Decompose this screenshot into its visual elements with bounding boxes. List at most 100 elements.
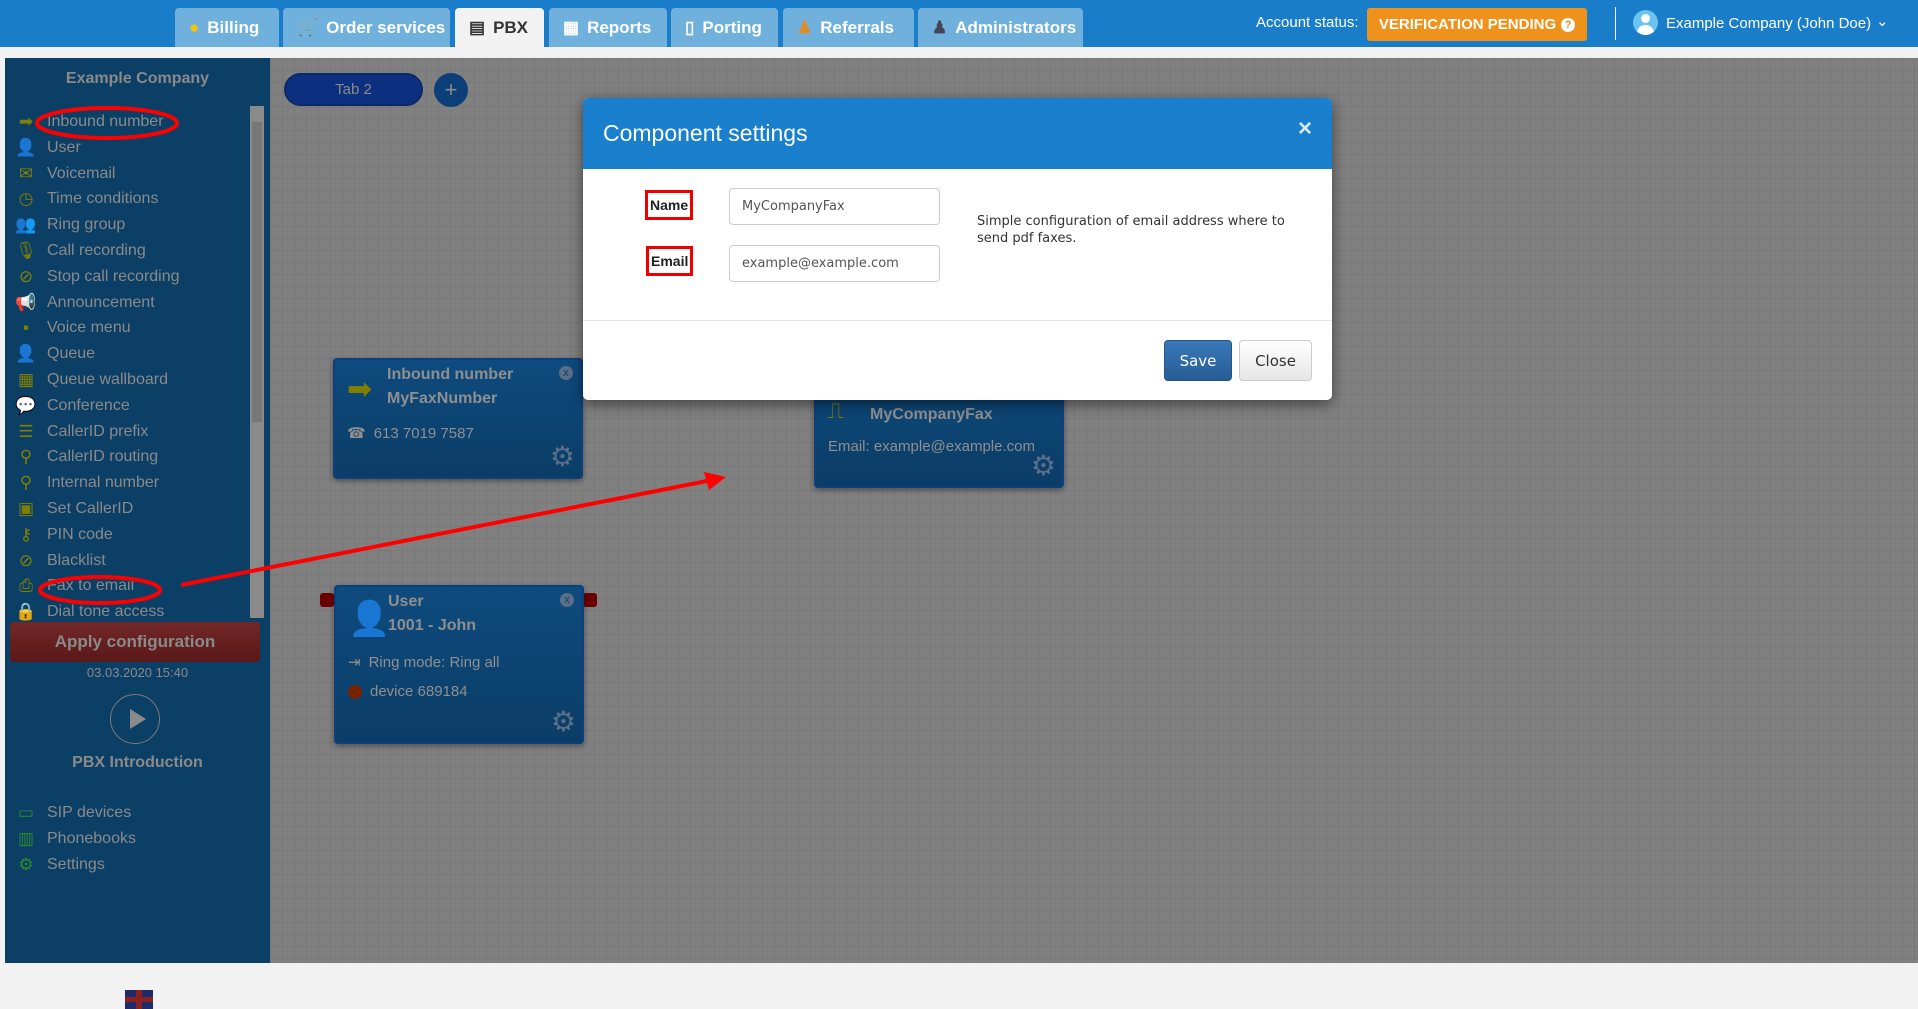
pbx-icon: ▤	[469, 17, 486, 37]
sidebar-item-sip-devices[interactable]: ▭ SIP devices	[15, 801, 131, 825]
component-icon: ✉	[18, 163, 34, 183]
arrow-right-icon: ➡	[347, 373, 373, 406]
help-icon: ?	[1561, 17, 1576, 32]
sidebar-item-inbound-number[interactable]: ➡ Inbound number	[15, 110, 164, 134]
person-icon: ♟	[797, 17, 813, 37]
gear-icon: ⚙	[18, 855, 34, 874]
gear-icon[interactable]: ⚙	[551, 705, 576, 738]
apply-configuration-button[interactable]: Apply configuration	[10, 622, 260, 662]
close-icon[interactable]: ×	[1298, 115, 1312, 143]
chevron-down-icon[interactable]: ⌄	[1876, 12, 1889, 30]
company-name: Example Company	[65, 70, 210, 87]
node-user[interactable]: 👤 User 1001 - John x ⇥ Ring mode: Ring al…	[334, 585, 584, 744]
component-icon: ◷	[18, 189, 34, 209]
admin-icon: ♟	[932, 17, 948, 37]
sidebar-item-voicemail[interactable]: ✉ Voicemail	[15, 162, 116, 186]
report-icon: ▦	[563, 17, 580, 37]
component-icon: ⊘	[18, 550, 34, 570]
phone-icon: ☎	[347, 425, 366, 442]
device-status-icon	[348, 684, 362, 699]
node-connector[interactable]	[583, 593, 597, 607]
user-icon: 👤	[348, 600, 391, 638]
gear-icon[interactable]: ⚙	[550, 440, 575, 473]
component-icon: 🔒	[15, 602, 37, 622]
component-icon: ⚲	[19, 447, 33, 467]
monitor-icon: ▭	[17, 803, 35, 822]
add-tab-button[interactable]: +	[434, 73, 468, 107]
sidebar-item-queue-wallboard[interactable]: ▦ Queue wallboard	[15, 368, 168, 392]
pbx-introduction-link[interactable]: PBX Introduction	[5, 754, 270, 772]
component-icon: ⊘	[18, 266, 34, 286]
component-settings-dialog: Component settings × Name Email Simple c…	[583, 98, 1332, 400]
top-navigation: ● Billing 🛒 Order services ▤ PBX ▦ Reports ▯…	[0, 0, 1918, 47]
sidebar-item-settings[interactable]: ⚙ Settings	[15, 853, 104, 877]
component-icon: 👥	[15, 215, 37, 235]
sidebar-item-fax-to-email[interactable]: ⎙ Fax to email	[15, 574, 134, 598]
component-icon: ⚲	[19, 473, 33, 493]
sidebar-item-announcement[interactable]: 📢 Announcement	[15, 291, 154, 315]
tab-billing[interactable]: ● Billing	[175, 8, 279, 47]
sidebar-item-callerid-routing[interactable]: ⚲ CallerID routing	[15, 445, 158, 469]
component-icon: 👤	[15, 344, 37, 364]
sidebar-item-user[interactable]: 👤 User	[15, 136, 80, 160]
component-icon: 👤	[15, 137, 37, 157]
divider	[583, 320, 1332, 321]
sidebar-item-queue[interactable]: 👤 Queue	[15, 342, 95, 366]
component-icon: 📢	[15, 292, 37, 312]
tab-referrals[interactable]: ♟ Referrals	[783, 8, 914, 47]
node-connector[interactable]	[320, 593, 334, 607]
save-button[interactable]: Save	[1164, 340, 1232, 381]
sidebar-item-voice-menu[interactable]: ▪ Voice menu	[15, 316, 131, 340]
component-icon: ➡	[18, 112, 34, 131]
remove-node-icon[interactable]: x	[560, 593, 574, 607]
scrollbar-thumb[interactable]	[252, 122, 262, 422]
ring-mode-icon: ⇥	[348, 654, 361, 671]
sidebar-item-callerid-prefix[interactable]: ☰ CallerID prefix	[15, 420, 148, 444]
tab-pbx[interactable]: ▤ PBX	[455, 8, 544, 47]
dialog-title: Component settings	[603, 120, 808, 146]
sidebar-item-call-recording[interactable]: 🎙 Call recording	[15, 239, 146, 263]
gear-icon[interactable]: ⚙	[1031, 449, 1056, 482]
component-description: Simple configuration of email address wh…	[977, 214, 1285, 246]
tab-porting[interactable]: ▯ Porting	[671, 8, 778, 47]
sidebar-item-stop-call-recording[interactable]: ⊘ Stop call recording	[15, 265, 180, 289]
phone-icon: ▯	[685, 17, 695, 37]
sidebar-item-pin-code[interactable]: ⚷ PIN code	[15, 523, 113, 547]
account-status-badge[interactable]: VERIFICATION PENDING?	[1367, 8, 1587, 41]
sidebar-item-blacklist[interactable]: ⊘ Blacklist	[15, 549, 106, 573]
name-label: Name	[645, 190, 694, 220]
component-icon: ⎙	[19, 576, 33, 596]
email-label: Email	[646, 246, 694, 276]
user-menu[interactable]: Example Company (John Doe)	[1666, 15, 1871, 32]
sidebar: Example Company ➡ Inbound number 👤 User ✉ Voi…	[5, 58, 270, 1009]
coins-icon: ●	[189, 17, 200, 37]
sidebar-item-ring-group[interactable]: 👥 Ring group	[15, 213, 125, 237]
component-icon: ☰	[18, 421, 34, 441]
name-input[interactable]	[729, 188, 940, 225]
component-icon: ▦	[17, 370, 35, 389]
remove-node-icon[interactable]: x	[559, 366, 573, 380]
canvas-tab-2[interactable]: Tab 2	[284, 73, 423, 106]
email-input[interactable]	[729, 245, 940, 282]
uk-flag-icon[interactable]	[125, 990, 153, 1009]
play-icon[interactable]	[110, 694, 160, 744]
cart-icon: 🛒	[297, 17, 319, 37]
tab-order-services[interactable]: 🛒 Order services	[283, 8, 450, 47]
sidebar-item-internal-number[interactable]: ⚲ Internal number	[15, 471, 159, 495]
sidebar-item-dial-tone-access[interactable]: 🔒 Dial tone access	[15, 600, 164, 624]
dialog-header: Component settings ×	[583, 98, 1332, 169]
sidebar-item-time-conditions[interactable]: ◷ Time conditions	[15, 187, 159, 211]
sidebar-item-conference[interactable]: 💬 Conference	[15, 394, 129, 418]
tab-reports[interactable]: ▦ Reports	[549, 8, 667, 47]
tab-administrators[interactable]: ♟ Administrators	[918, 8, 1083, 47]
node-inbound-number[interactable]: ➡ Inbound number MyFaxNumber x ☎ 613 7019…	[333, 358, 583, 479]
component-icon: ▪	[22, 318, 30, 338]
fax-icon: ⎍	[828, 398, 844, 423]
component-icon: ▣	[17, 499, 35, 518]
sidebar-item-set-callerid[interactable]: ▣ Set CallerID	[15, 497, 133, 521]
sidebar-scrollbar[interactable]	[250, 106, 264, 618]
close-button[interactable]: Close	[1239, 340, 1312, 381]
sidebar-item-phonebooks[interactable]: ▥ Phonebooks	[15, 827, 136, 851]
account-status-label: Account status:	[1256, 14, 1359, 31]
avatar[interactable]	[1633, 10, 1658, 35]
